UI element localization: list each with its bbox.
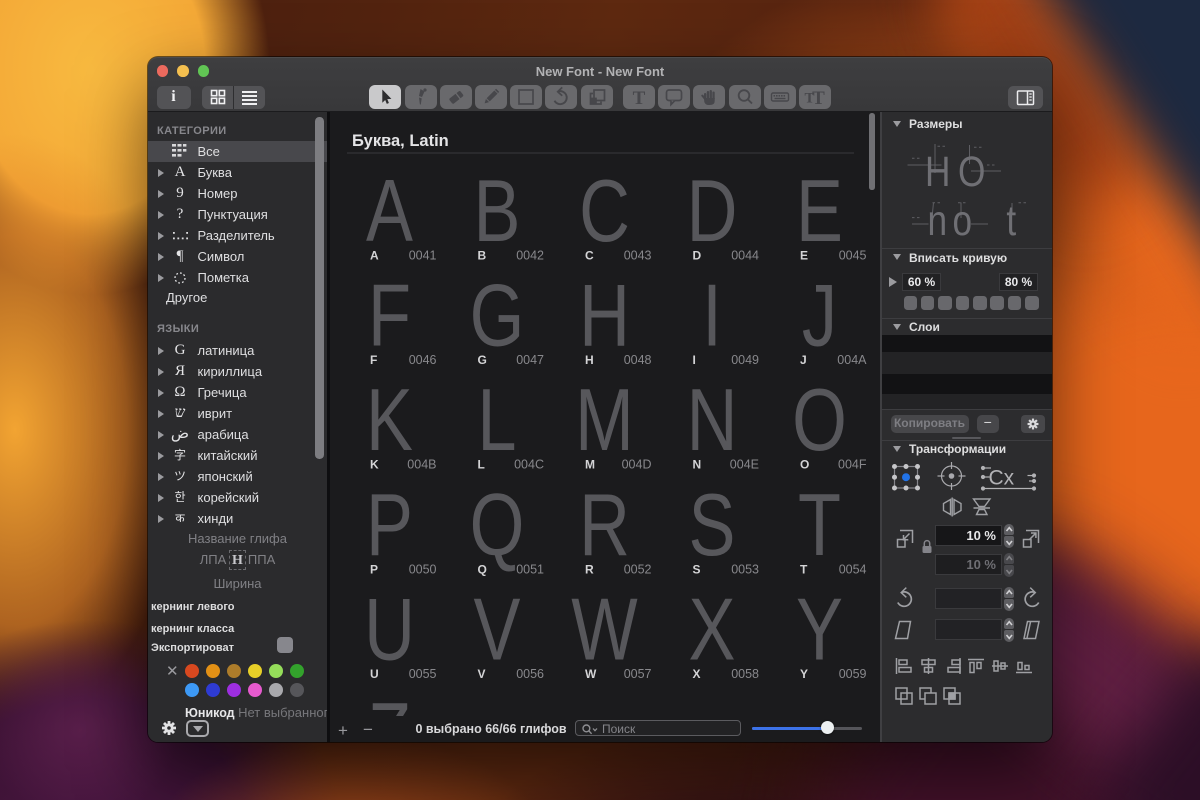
svg-text:N: N (687, 371, 738, 469)
svg-text:D: D (693, 249, 702, 263)
svg-text:B: B (474, 161, 521, 259)
svg-text:K: K (370, 458, 379, 472)
svg-text:004D: 004D (622, 458, 652, 472)
svg-text:004B: 004B (407, 458, 436, 472)
svg-text:X: X (693, 667, 701, 681)
svg-text:J: J (802, 266, 837, 364)
svg-text:0059: 0059 (839, 667, 867, 681)
svg-text:A: A (366, 161, 413, 259)
svg-text:R: R (579, 475, 630, 573)
svg-text:K: K (366, 371, 413, 469)
svg-text:T: T (633, 88, 646, 109)
svg-text:T: T (798, 475, 841, 573)
svg-text:B: B (478, 249, 487, 263)
svg-text:0052: 0052 (624, 562, 652, 576)
svg-text:M: M (585, 458, 595, 472)
svg-text:E: E (800, 249, 808, 263)
svg-text:U: U (370, 667, 379, 681)
svg-text:E: E (796, 161, 843, 259)
svg-text:0053: 0053 (731, 562, 759, 576)
svg-text:R: R (585, 562, 594, 576)
svg-text:0047: 0047 (516, 353, 544, 367)
svg-text:X: X (689, 580, 736, 678)
svg-text:S: S (689, 475, 736, 573)
svg-text:004F: 004F (838, 458, 867, 472)
svg-text:F: F (370, 353, 377, 367)
svg-text:H: H (585, 353, 594, 367)
svg-text:004E: 004E (730, 458, 759, 472)
svg-text:V: V (474, 580, 521, 678)
svg-text:S: S (693, 562, 701, 576)
svg-text:P: P (370, 562, 378, 576)
svg-text:T: T (800, 562, 808, 576)
svg-text:O: O (792, 371, 847, 469)
svg-text:0051: 0051 (516, 562, 544, 576)
svg-text:D: D (687, 161, 738, 259)
svg-text:I: I (693, 353, 696, 367)
svg-text:Q: Q (470, 475, 525, 573)
svg-text:V: V (478, 667, 486, 681)
svg-text:C: C (579, 161, 630, 259)
svg-text:0043: 0043 (624, 249, 652, 263)
svg-text:T: T (812, 88, 825, 109)
svg-text:0042: 0042 (516, 249, 544, 263)
svg-text:P: P (366, 475, 413, 573)
svg-text:H: H (579, 266, 630, 364)
svg-text:Q: Q (478, 562, 487, 576)
svg-text:0058: 0058 (731, 667, 759, 681)
svg-text:0045: 0045 (839, 249, 867, 263)
svg-text:O: O (800, 458, 809, 472)
svg-text:L: L (478, 458, 485, 472)
svg-text:0046: 0046 (409, 353, 437, 367)
svg-text:N: N (693, 458, 702, 472)
svg-text:F: F (368, 266, 411, 364)
svg-text:M: M (575, 371, 634, 469)
svg-text:J: J (800, 353, 807, 367)
svg-text:0054: 0054 (839, 562, 867, 576)
svg-text:W: W (571, 580, 637, 678)
svg-text:0050: 0050 (409, 562, 437, 576)
svg-text:0057: 0057 (624, 667, 652, 681)
svg-text:A: A (370, 249, 379, 263)
svg-text:Cx: Cx (988, 467, 1014, 490)
svg-text:Y: Y (800, 667, 808, 681)
svg-text:004A: 004A (837, 353, 867, 367)
svg-text:0055: 0055 (409, 667, 437, 681)
svg-text:0049: 0049 (731, 353, 759, 367)
svg-text:L: L (477, 371, 516, 469)
svg-text:G: G (470, 266, 525, 364)
svg-text:W: W (585, 667, 597, 681)
svg-text:0041: 0041 (409, 249, 437, 263)
svg-text:004C: 004C (514, 458, 544, 472)
svg-text:G: G (478, 353, 487, 367)
svg-text:0048: 0048 (624, 353, 652, 367)
svg-text:Буква, Latin: Буква, Latin (352, 132, 449, 150)
svg-text:I: I (702, 266, 722, 364)
svg-text:C: C (585, 249, 594, 263)
svg-text:Y: Y (796, 580, 843, 678)
svg-text:0044: 0044 (731, 249, 759, 263)
svg-text:0056: 0056 (516, 667, 544, 681)
svg-text:U: U (364, 580, 415, 678)
